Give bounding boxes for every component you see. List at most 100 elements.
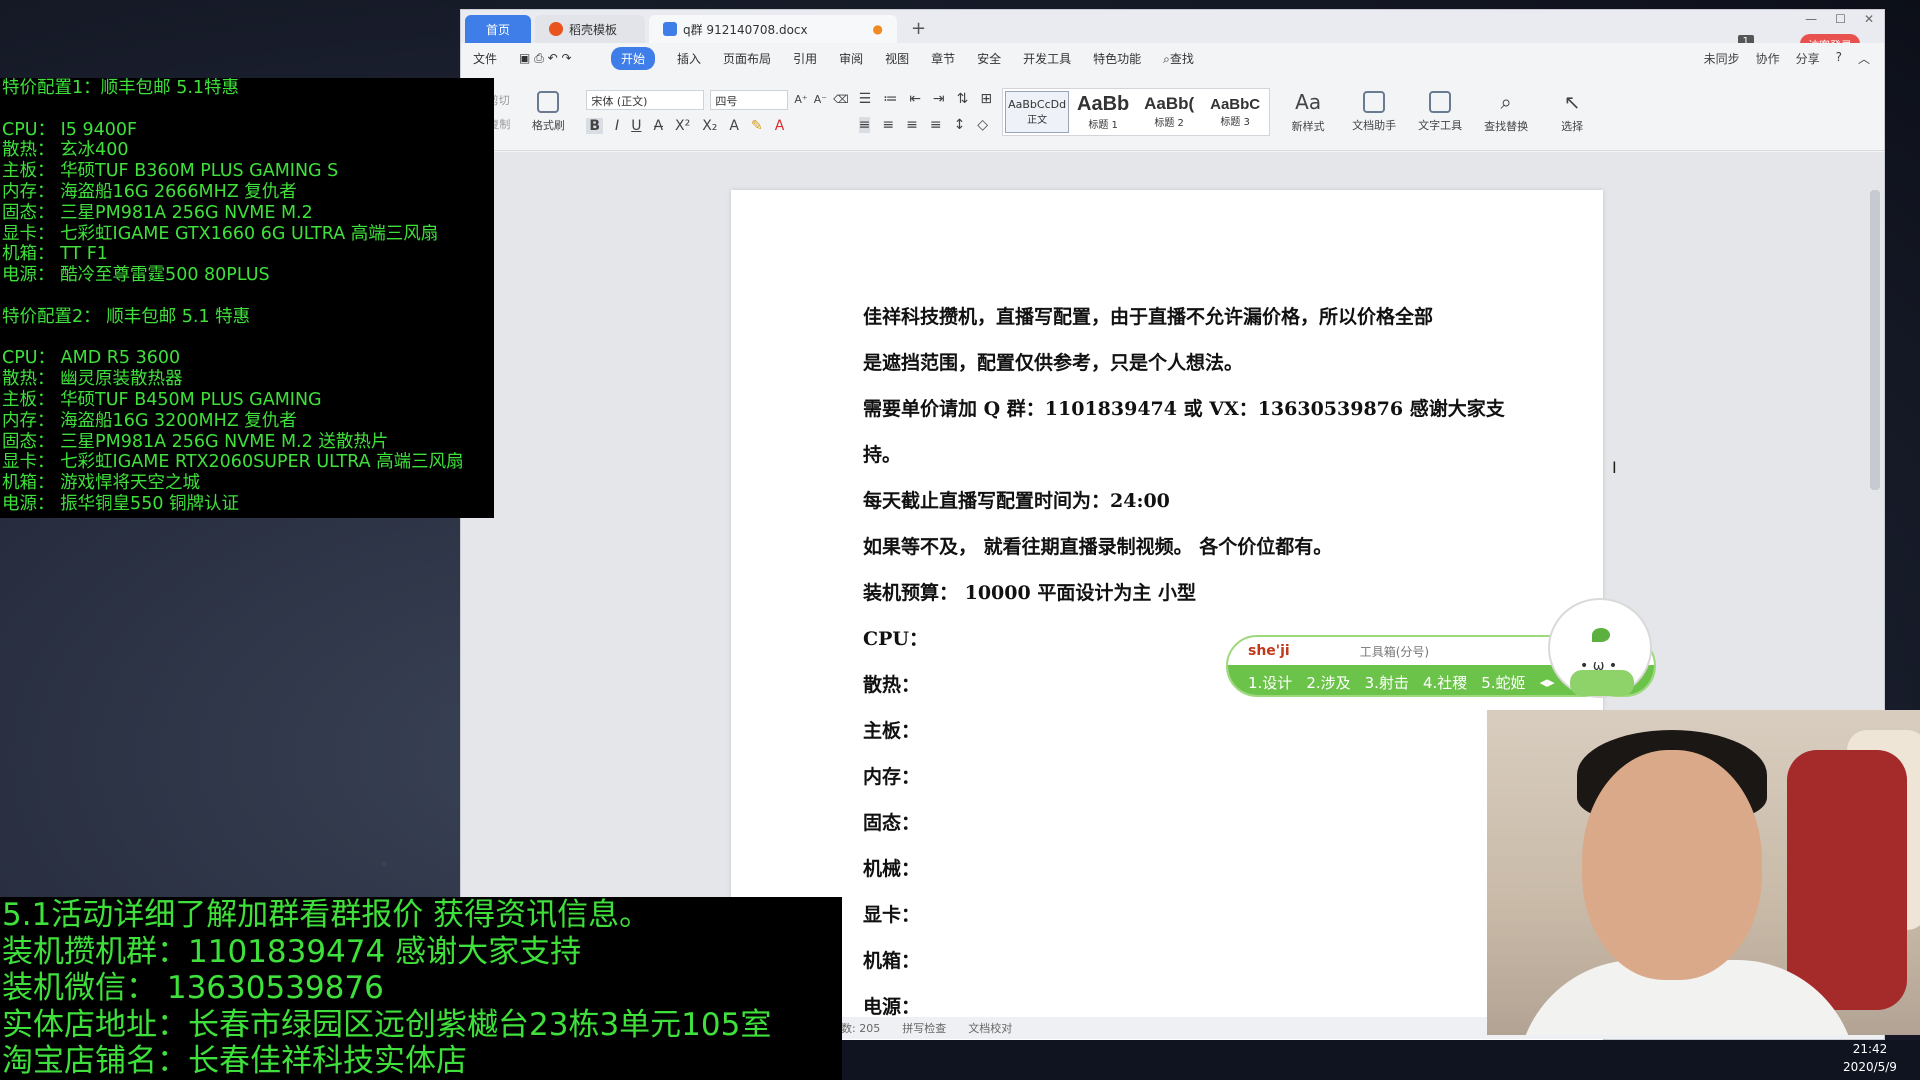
style-heading-1[interactable]: AaBb 标题 1 <box>1071 91 1135 133</box>
menu-references[interactable]: 引用 <box>793 50 817 67</box>
menu-search[interactable]: ⌕查找 <box>1163 50 1194 67</box>
find-replace-button[interactable]: ⌕ 查找替换 <box>1478 90 1534 134</box>
document-line: 固态： <box>863 812 921 834</box>
vertical-scrollbar[interactable] <box>1870 160 1880 700</box>
justify-icon[interactable]: ≡ <box>930 117 942 133</box>
strikethrough-icon[interactable]: A̶ <box>653 118 663 134</box>
close-icon[interactable]: ✕ <box>1864 12 1874 26</box>
maximize-icon[interactable]: ☐ <box>1835 12 1846 26</box>
italic-icon[interactable]: I <box>615 118 619 134</box>
document-page[interactable]: 佳祥科技攒机，直播写配置，由于直播不允许漏价格，所以价格全部 是遮挡范围，配置仅供… <box>731 190 1603 1050</box>
minimize-icon[interactable]: — <box>1805 12 1817 26</box>
menu-developer[interactable]: 开发工具 <box>1023 50 1071 67</box>
bold-icon[interactable]: B <box>586 117 604 134</box>
select-button[interactable]: ↖ 选择 <box>1544 90 1600 134</box>
menu-search-label: 查找 <box>1169 51 1194 66</box>
shrink-font-icon[interactable]: A⁻ <box>814 93 827 106</box>
title-bar: 首页 稻壳模板 q群 912140708.docx ● + 1 — ☐ ✕ 访客… <box>461 10 1884 56</box>
document-line: 是遮挡范围，配置仅供参考，只是个人想法。 <box>863 352 1244 374</box>
style-h2-sample: AaBb( <box>1144 94 1195 113</box>
style-h1-label: 标题 1 <box>1088 119 1118 131</box>
format-painter-button[interactable]: 格式刷 <box>520 90 576 133</box>
text-effect-icon[interactable]: A <box>729 118 739 134</box>
menu-start[interactable]: 开始 <box>611 46 656 70</box>
overlay-config-line: 特价配置1：顺丰包邮 5.1特惠 <box>2 78 240 98</box>
tab-document[interactable]: q群 912140708.docx ● <box>649 15 897 43</box>
align-center-icon[interactable]: ≡ <box>882 117 894 133</box>
style-heading-2[interactable]: AaBb(标题 2 <box>1137 91 1201 133</box>
font-color-icon[interactable]: A <box>775 118 785 134</box>
search-icon: ⌕ <box>1163 51 1170 66</box>
menu-view[interactable]: 视图 <box>885 50 909 67</box>
style-normal[interactable]: AaBbCcDd 正文 <box>1005 90 1070 133</box>
underline-icon[interactable]: U <box>631 118 641 134</box>
document-line: 持。 <box>863 444 902 466</box>
word-count[interactable]: 数: 205 <box>841 1020 880 1036</box>
menu-special[interactable]: 特色功能 <box>1093 50 1141 67</box>
quick-access-toolbar: ▣ ⎙ ↶ ↷ <box>519 51 589 66</box>
help-icon[interactable]: ? <box>1836 50 1842 67</box>
overlay-config-line: CPU： I5 9400F <box>2 119 138 140</box>
ime-page-arrows-icon[interactable]: ◂▸ <box>1540 673 1555 691</box>
overlay-config-line: 机箱： 游戏悍将天空之城 <box>2 473 201 494</box>
decrease-indent-icon[interactable]: ⇤ <box>909 91 921 107</box>
style-heading-3[interactable]: AaBbC 标题 3 <box>1203 91 1267 133</box>
overlay-config-line: 机箱： TT F1 <box>2 244 108 265</box>
ime-candidate[interactable]: 4.社稷 <box>1423 672 1467 693</box>
overlay-contact-line: 5.1活动详细了解加群看群报价 获得资讯信息。 <box>2 897 651 933</box>
highlight-icon[interactable]: ✎ <box>751 118 763 134</box>
overlay-config-line: 主板： 华硕TUF B360M PLUS GAMING S <box>2 161 339 182</box>
font-size-select[interactable]: 四号 <box>710 89 789 110</box>
undo-icon[interactable]: ↶ <box>548 51 558 65</box>
scrollbar-thumb[interactable] <box>1870 190 1880 490</box>
save-icon[interactable]: ▣ <box>519 51 530 65</box>
new-style-button[interactable]: Aa 新样式 <box>1280 90 1336 134</box>
doc-proofread-toggle[interactable]: 文档校对 <box>968 1020 1012 1036</box>
ime-candidate[interactable]: 3.射击 <box>1365 672 1409 693</box>
collaborate-button[interactable]: 协作 <box>1756 50 1780 67</box>
ime-candidate[interactable]: 5.蛇姬 <box>1481 672 1525 693</box>
system-clock[interactable]: 21:42 2020/5/9 <box>1820 1040 1920 1080</box>
bullet-list-icon[interactable]: ☰ <box>859 91 872 107</box>
new-tab-button[interactable]: + <box>901 18 936 43</box>
sort-icon[interactable]: ⇅ <box>957 91 969 107</box>
print-icon[interactable]: ⎙ <box>534 51 544 65</box>
collapse-ribbon-icon[interactable]: ︿ <box>1858 50 1870 67</box>
redo-icon[interactable]: ↷ <box>562 51 572 65</box>
subscript-icon[interactable]: X₂ <box>702 118 717 134</box>
unsaved-dot-icon: ● <box>872 22 883 36</box>
overlay-config-line <box>0 286 494 307</box>
menu-file[interactable]: 文件 <box>473 50 497 67</box>
text-tools-button[interactable]: 文字工具 <box>1412 90 1468 133</box>
document-line: 显卡： <box>863 904 921 926</box>
menu-page-layout[interactable]: 页面布局 <box>723 50 771 67</box>
menu-security[interactable]: 安全 <box>977 50 1001 67</box>
paragraph-group: ☰ ≔ ⇤ ⇥ ⇅ ⊞ ≡ ≡ ≡ ≡ ↕ ◇ <box>858 91 993 133</box>
clear-format-icon[interactable]: ⌫ <box>833 93 849 106</box>
tab-home[interactable]: 首页 <box>465 15 531 43</box>
share-button[interactable]: 分享 <box>1796 50 1820 67</box>
menu-chapter[interactable]: 章节 <box>931 50 955 67</box>
align-right-icon[interactable]: ≡ <box>906 117 918 133</box>
menu-insert[interactable]: 插入 <box>677 50 701 67</box>
numbered-list-icon[interactable]: ≔ <box>883 91 897 107</box>
ime-toolbox-hint[interactable]: 工具箱(分号) <box>1360 643 1429 660</box>
ime-candidate[interactable]: 1.设计 <box>1248 672 1292 693</box>
align-left-icon[interactable]: ≡ <box>858 116 871 133</box>
ime-candidate[interactable]: 2.涉及 <box>1306 672 1350 693</box>
overlay-config-line <box>0 328 494 349</box>
font-name-select[interactable]: 宋体 (正文) <box>586 89 705 110</box>
increase-indent-icon[interactable]: ⇥ <box>933 91 945 107</box>
tab-docer-templates[interactable]: 稻壳模板 <box>535 15 645 43</box>
spell-check-toggle[interactable]: 拼写检查 <box>902 1020 946 1036</box>
grow-font-icon[interactable]: A⁺ <box>794 93 807 106</box>
superscript-icon[interactable]: X² <box>675 118 690 134</box>
line-spacing-icon[interactable]: ↕ <box>954 117 966 133</box>
select-label: 选择 <box>1561 119 1584 133</box>
sync-status[interactable]: 未同步 <box>1704 50 1740 67</box>
doc-assistant-button[interactable]: 文档助手 <box>1346 90 1402 133</box>
shading-icon[interactable]: ◇ <box>977 117 988 133</box>
menu-review[interactable]: 审阅 <box>839 50 863 67</box>
list-buttons: ☰ ≔ ⇤ ⇥ ⇅ ⊞ <box>859 91 993 107</box>
table-border-icon[interactable]: ⊞ <box>980 91 992 107</box>
